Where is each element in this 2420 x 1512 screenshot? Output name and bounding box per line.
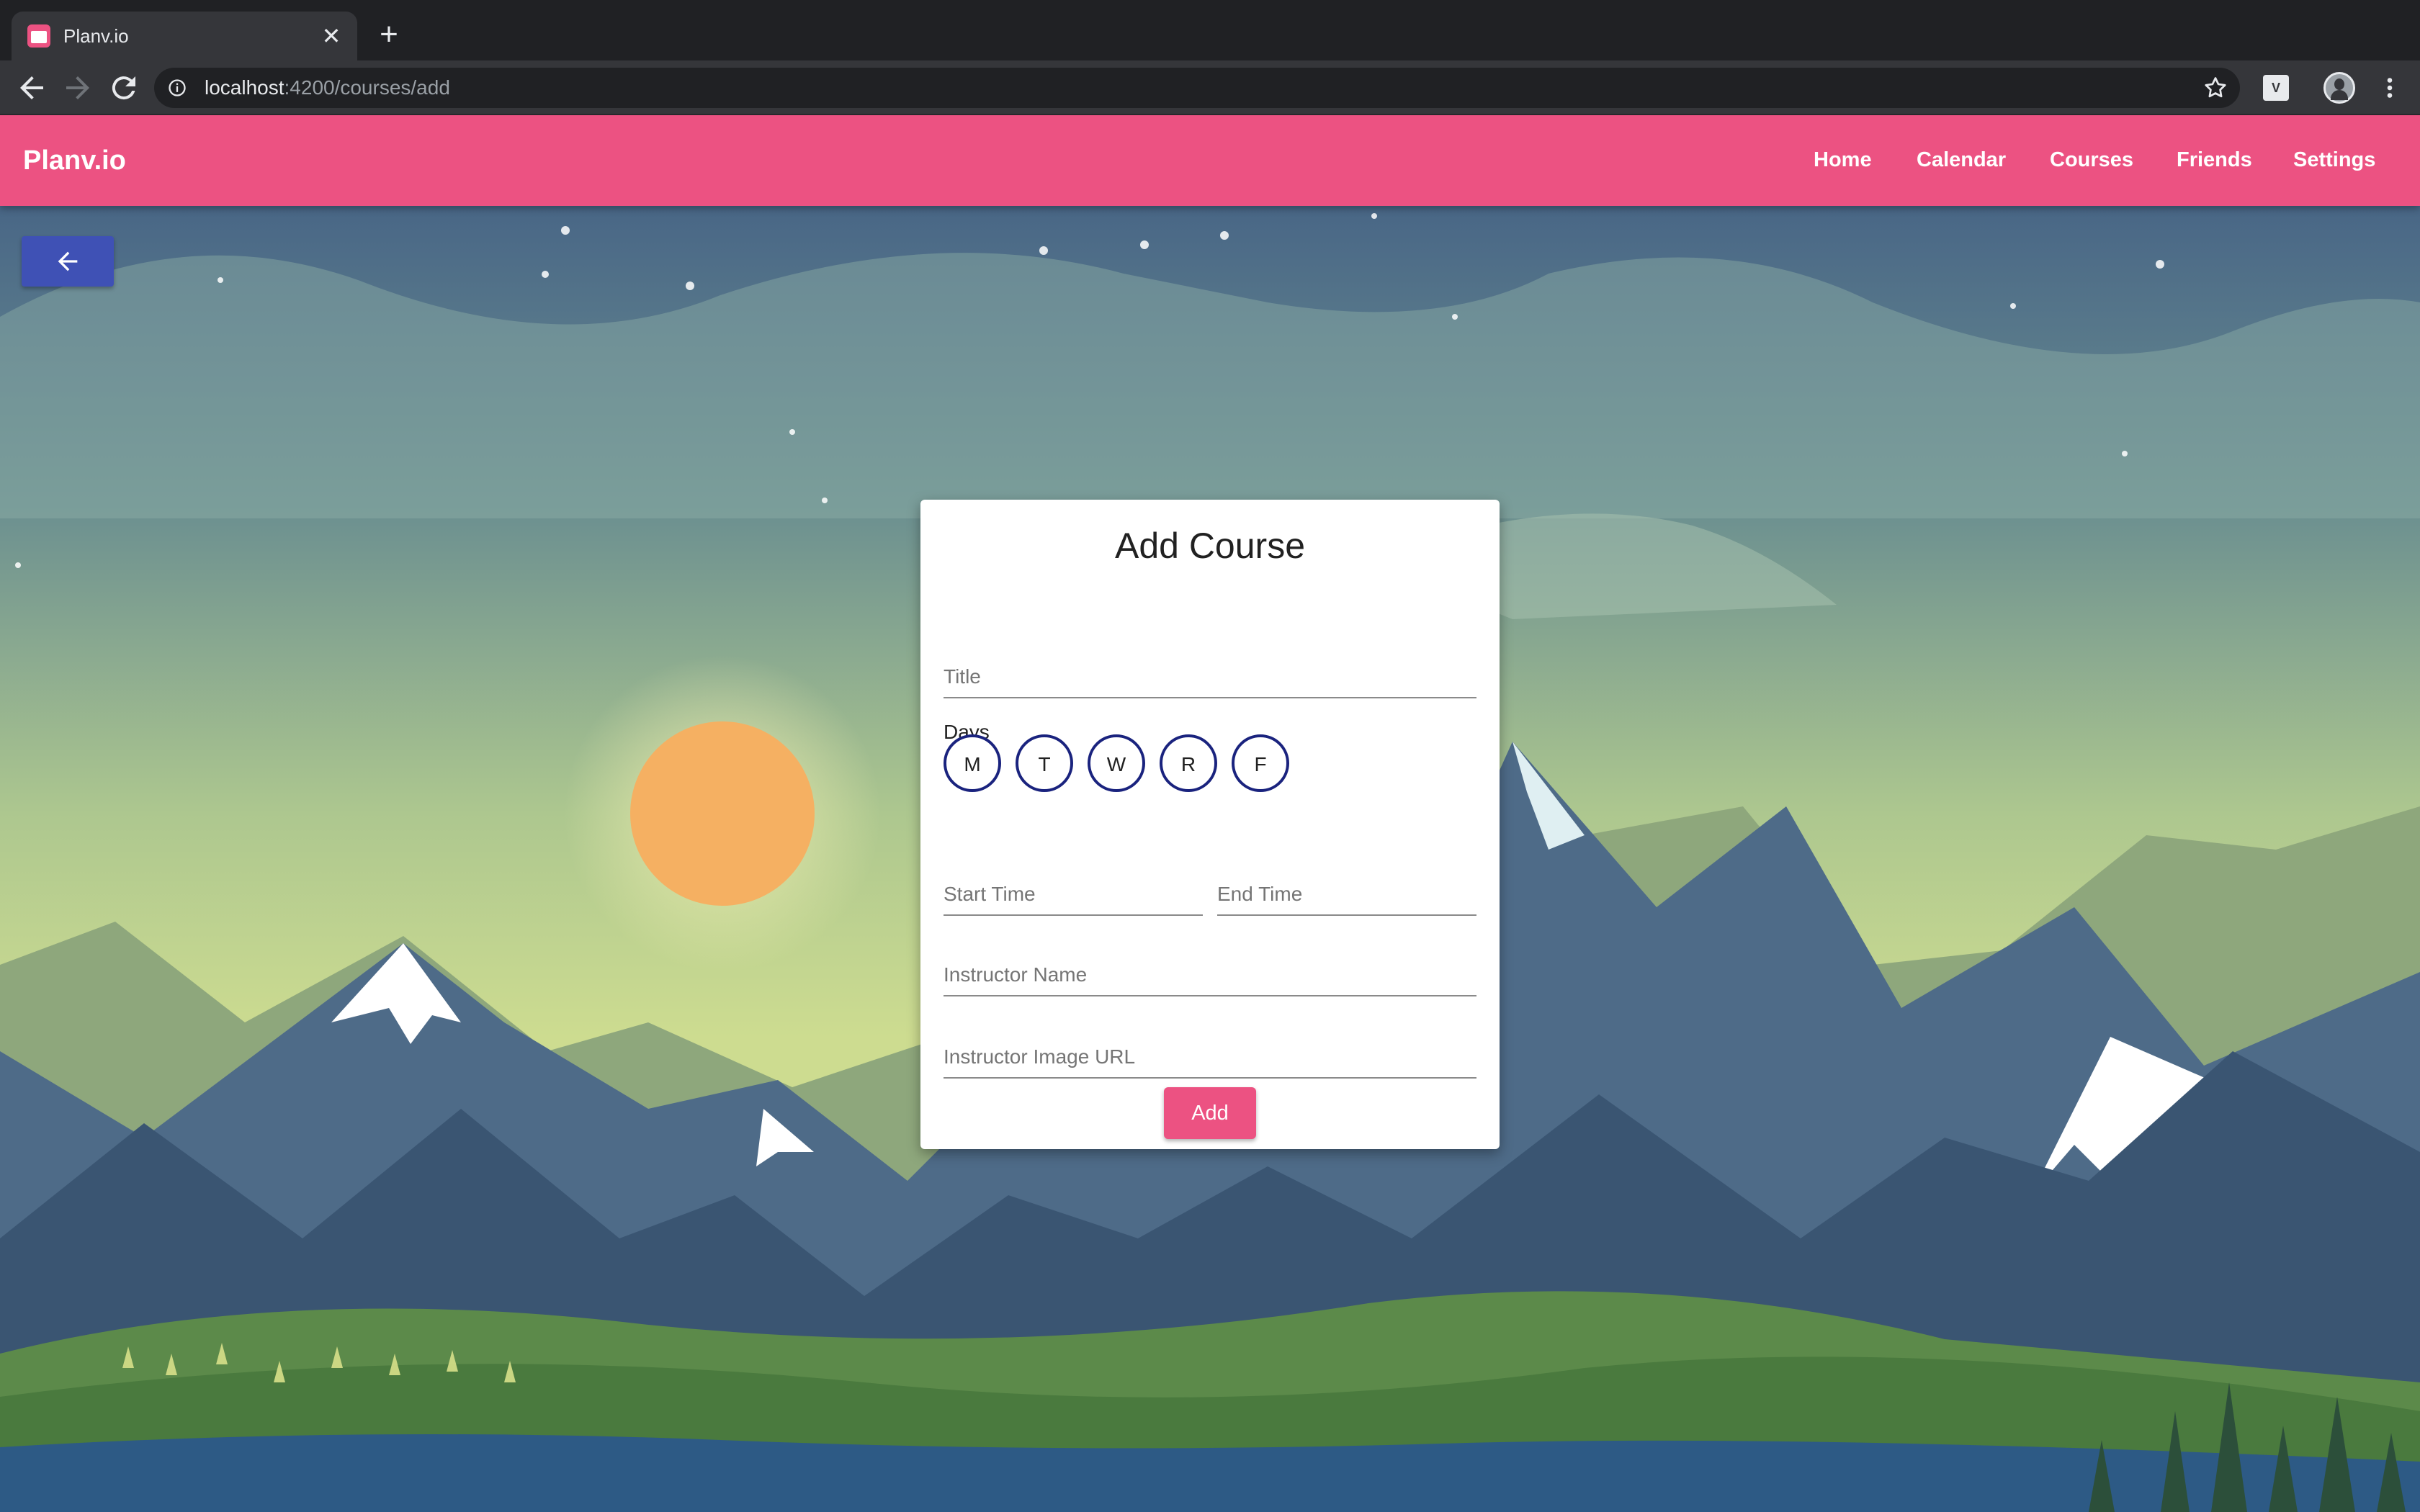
end-time-input[interactable] bbox=[1217, 878, 1476, 910]
end-time-field bbox=[1217, 871, 1476, 916]
add-course-card: Add Course Days M T W R F Add bbox=[920, 500, 1500, 1149]
start-time-input[interactable] bbox=[944, 878, 1203, 910]
nav-settings[interactable]: Settings bbox=[2293, 147, 2375, 173]
instructor-name-input[interactable] bbox=[944, 959, 1476, 991]
browser-toolbar: localhost:4200/courses/add V bbox=[0, 60, 2420, 115]
arrow-left-icon bbox=[58, 251, 78, 271]
instructor-name-field bbox=[944, 952, 1476, 996]
nav-calendar[interactable]: Calendar bbox=[1917, 147, 2006, 173]
calendar-favicon-icon bbox=[27, 24, 50, 48]
nav-home[interactable]: Home bbox=[1814, 147, 1872, 173]
star-icon[interactable] bbox=[2202, 75, 2228, 101]
app-header: Planv.io Home Calendar Courses Friends S… bbox=[0, 115, 2420, 206]
reload-icon[interactable] bbox=[107, 71, 141, 105]
day-toggle-thursday[interactable]: R bbox=[1160, 734, 1217, 792]
info-icon[interactable] bbox=[167, 78, 187, 98]
nav-friends[interactable]: Friends bbox=[2177, 147, 2252, 173]
card-title: Add Course bbox=[1114, 526, 1306, 566]
tab-strip: Planv.io ✕ + bbox=[0, 0, 2420, 60]
day-toggle-wednesday[interactable]: W bbox=[1088, 734, 1145, 792]
title-field bbox=[944, 654, 1476, 698]
day-toggle-tuesday[interactable]: T bbox=[1016, 734, 1073, 792]
app-viewport: Planv.io Home Calendar Courses Friends S… bbox=[0, 115, 2420, 1512]
tab-title: Planv.io bbox=[63, 25, 129, 47]
address-bar[interactable]: localhost:4200/courses/add bbox=[154, 68, 2240, 108]
instructor-image-url-field bbox=[944, 1034, 1476, 1079]
title-input[interactable] bbox=[944, 661, 1476, 693]
back-icon[interactable] bbox=[14, 71, 49, 105]
brand-logo[interactable]: Planv.io bbox=[23, 144, 126, 177]
forward-icon[interactable] bbox=[60, 71, 95, 105]
day-toggle-friday[interactable]: F bbox=[1232, 734, 1289, 792]
add-course-button[interactable]: Add bbox=[1164, 1087, 1256, 1139]
url-host: localhost bbox=[205, 76, 284, 99]
instructor-image-url-input[interactable] bbox=[944, 1041, 1476, 1073]
start-time-field bbox=[944, 871, 1203, 916]
url-text: localhost:4200/courses/add bbox=[205, 76, 450, 99]
nav-courses[interactable]: Courses bbox=[2050, 147, 2133, 173]
day-toggle-monday[interactable]: M bbox=[944, 734, 1001, 792]
browser-tab[interactable]: Planv.io ✕ bbox=[12, 12, 357, 60]
extension-icon[interactable]: V bbox=[2263, 75, 2289, 101]
menu-icon[interactable] bbox=[2377, 73, 2403, 102]
new-tab-icon[interactable]: + bbox=[372, 17, 406, 52]
profile-avatar-icon[interactable] bbox=[2323, 72, 2355, 104]
back-button[interactable] bbox=[22, 236, 114, 287]
url-path: :4200/courses/add bbox=[284, 76, 450, 99]
tab-close-icon[interactable]: ✕ bbox=[318, 23, 344, 49]
